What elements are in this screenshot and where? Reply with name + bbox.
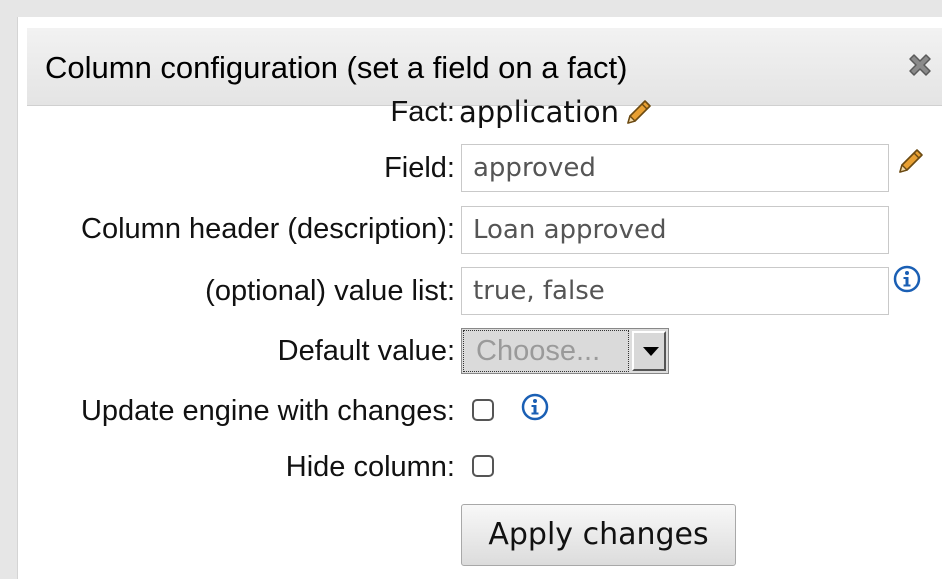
- field-input[interactable]: approved: [461, 144, 889, 192]
- field-label: Field:: [384, 152, 455, 184]
- close-icon[interactable]: [905, 50, 935, 80]
- update-engine-checkbox[interactable]: [472, 399, 494, 421]
- dialog-title: Column configuration (set a field on a f…: [45, 50, 628, 85]
- update-engine-info-icon[interactable]: [521, 393, 549, 421]
- edit-field-pencil-icon[interactable]: [894, 146, 926, 178]
- hide-column-label: Hide column:: [285, 451, 455, 483]
- value-list-info-icon[interactable]: [893, 265, 921, 293]
- fact-value: application: [459, 95, 619, 129]
- dropdown-arrow-icon[interactable]: [632, 331, 666, 371]
- default-value-selected: Choose...: [463, 330, 629, 372]
- column-header-label: Column header (description):: [81, 213, 455, 245]
- fact-label: Fact:: [390, 96, 455, 128]
- value-list-label: (optional) value list:: [205, 275, 455, 307]
- default-value-select[interactable]: Choose...: [461, 328, 669, 374]
- apply-changes-button[interactable]: Apply changes: [461, 504, 736, 566]
- hide-column-checkbox[interactable]: [472, 455, 494, 477]
- edit-fact-pencil-icon[interactable]: [622, 97, 654, 129]
- column-header-input[interactable]: Loan approved: [461, 206, 889, 254]
- value-list-input[interactable]: true, false: [461, 267, 889, 315]
- default-value-label: Default value:: [277, 335, 455, 367]
- update-engine-label: Update engine with changes:: [80, 395, 455, 427]
